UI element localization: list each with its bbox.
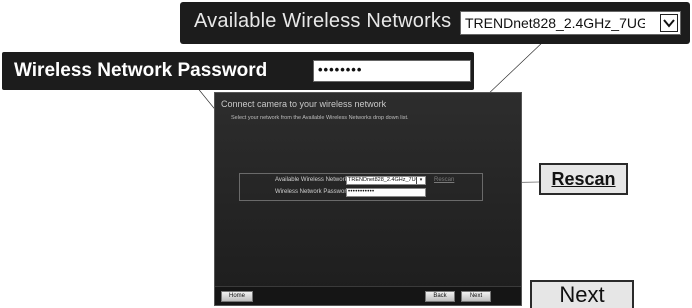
networks-label: Available Wireless Networks [275,177,351,183]
network-select-value: TRENDnet828_2.4GHz_7UG3 [348,177,423,183]
panel-instructions: Select your network from the Available W… [231,115,409,121]
chevron-down-icon [660,14,678,32]
password-label: Wireless Network Password [275,189,350,195]
callout-wireless-networks: Available Wireless Networks TRENDnet828_… [180,2,690,44]
panel-footer: Home Back Next [215,286,521,305]
annotated-screenshot: Connect camera to your wireless network … [0,0,692,308]
network-select[interactable]: TRENDnet828_2.4GHz_7UG3 ▾ [346,176,426,185]
callout-password: Wireless Network Password •••••••• [2,52,474,90]
callout-next: Next [530,280,634,308]
chevron-down-icon: ▾ [416,177,425,184]
callout-network-select-value: TRENDnet828_2.4GHz_7UG3 [465,15,645,31]
callout-network-select: TRENDnet828_2.4GHz_7UG3 [460,11,681,35]
password-input[interactable]: ••••••••••• [346,188,426,197]
home-button[interactable]: Home [221,291,253,302]
callout-password-field: •••••••• [313,60,471,82]
callout-rescan: Rescan [539,163,628,195]
panel-title: Connect camera to your wireless network [221,99,387,109]
rescan-link[interactable]: Rescan [434,177,454,183]
back-button[interactable]: Back [425,291,455,302]
wireless-setup-panel: Connect camera to your wireless network … [214,92,522,306]
callout-networks-label: Available Wireless Networks [194,10,452,32]
next-button[interactable]: Next [461,291,491,302]
callout-password-label: Wireless Network Password [14,60,268,81]
